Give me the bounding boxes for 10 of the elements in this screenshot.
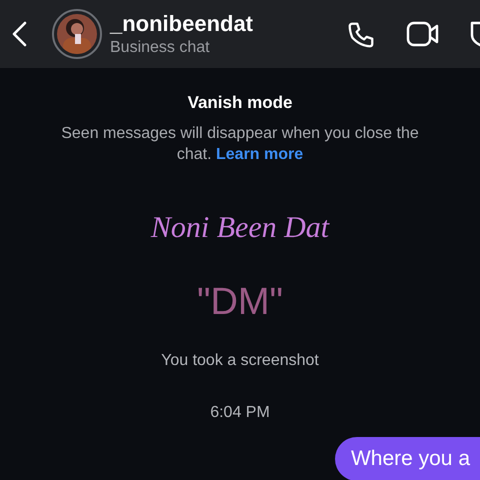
learn-more-link[interactable]: Learn more — [216, 146, 304, 162]
sticker-text: "DM" — [196, 280, 284, 324]
script-text: Noni Been Dat — [150, 210, 330, 246]
notice-text: Seen messages will disappear when you close the chat. Learn more — [60, 124, 420, 164]
notice-title: Vanish mode — [188, 92, 292, 114]
username[interactable]: _nonibeendat — [110, 10, 254, 38]
timestamp: 6:04 PM — [210, 402, 270, 422]
account-type-label: Business chat — [110, 38, 211, 58]
message-bubble[interactable]: Where you a — [334, 436, 480, 480]
screenshot-notice: You took a screenshot — [161, 350, 319, 370]
